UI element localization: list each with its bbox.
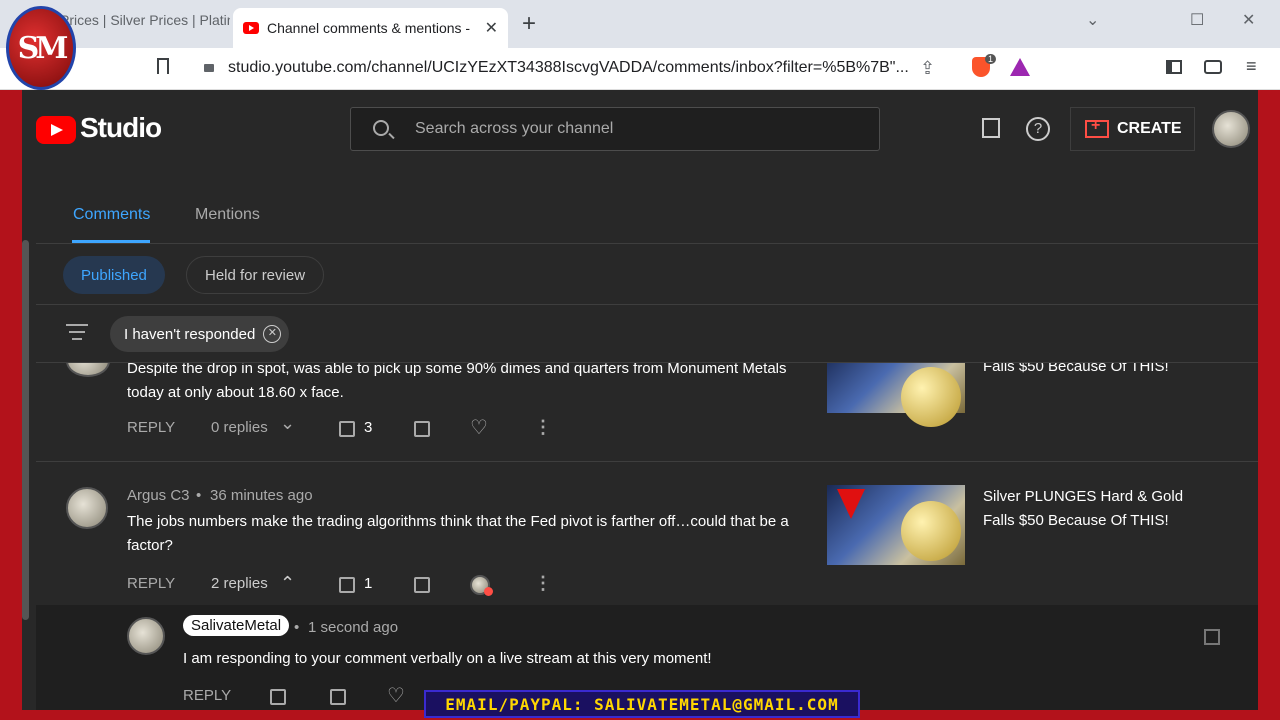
new-tab-button[interactable]: +: [522, 12, 536, 36]
comment-time: 36 minutes ago: [210, 487, 313, 504]
overlay-email-banner: EMAIL/PAYPAL: SALIVATEMETAL@GMAIL.COM: [424, 690, 860, 718]
comment-author[interactable]: Argus C3: [127, 487, 190, 504]
comment-list: Despite the drop in spot, was able to pi…: [36, 362, 1258, 710]
dislike-icon[interactable]: [330, 689, 346, 705]
lock-icon[interactable]: [204, 64, 214, 72]
chip-remove-icon[interactable]: ✕: [263, 325, 282, 343]
reply-button[interactable]: REPLY: [127, 575, 175, 592]
commenter-avatar[interactable]: [66, 487, 108, 529]
studio-app: Studio Search across your channel ? CREA…: [22, 90, 1258, 710]
url-field[interactable]: studio.youtube.com/channel/UCIzYEzXT3438…: [228, 59, 908, 77]
commenter-avatar[interactable]: [66, 363, 110, 377]
reply-avatar[interactable]: [127, 617, 165, 655]
brave-shields-badge: 1: [985, 54, 997, 64]
browser-tab-bar: Prices | Silver Prices | Platin Channel …: [0, 0, 1280, 48]
down-arrow-image: [837, 489, 865, 519]
help-icon[interactable]: ?: [1026, 117, 1050, 141]
browser-tab-prices[interactable]: Prices | Silver Prices | Platin: [60, 12, 230, 28]
divider: [36, 304, 1258, 305]
sidebar-scrollbar[interactable]: [22, 240, 29, 620]
open-external-icon[interactable]: [1204, 629, 1220, 645]
youtube-logo-icon[interactable]: [36, 116, 76, 144]
browser-menu-icon[interactable]: ≡: [1246, 56, 1257, 77]
chevron-down-icon[interactable]: ⌄: [280, 413, 295, 434]
chevron-up-icon[interactable]: ⌃: [280, 573, 295, 594]
meta-dot: •: [196, 487, 202, 504]
like-icon[interactable]: [270, 689, 286, 705]
overlay-frame-right: [1258, 0, 1280, 720]
replies-toggle[interactable]: 2 replies: [211, 575, 268, 592]
reply-button[interactable]: REPLY: [127, 419, 175, 436]
more-options-icon[interactable]: ⋮: [534, 417, 552, 438]
filter-chip[interactable]: I haven't responded ✕: [110, 316, 290, 352]
meta-dot: •: [294, 619, 300, 636]
search-icon: [373, 120, 389, 136]
search-input[interactable]: Search across your channel: [350, 107, 880, 151]
video-thumbnail[interactable]: [827, 363, 965, 427]
minimize-icon[interactable]: ⌄: [1086, 10, 1099, 30]
like-count: 1: [364, 575, 373, 592]
video-title-cont[interactable]: Falls $50 Because Of THIS!: [983, 509, 1169, 533]
brave-rewards-icon[interactable]: [1010, 58, 1030, 76]
tab-active-indicator: [72, 240, 150, 243]
browser-address-bar: studio.youtube.com/channel/UCIzYEzXT3438…: [0, 48, 1280, 90]
heart-badge-icon: [484, 587, 493, 596]
like-icon[interactable]: [339, 577, 355, 593]
create-video-icon: [1085, 117, 1109, 138]
gold-coin-image: [901, 367, 961, 427]
share-icon[interactable]: ⇪: [920, 58, 935, 79]
comment-text-cont: today at only about 18.60 x face.: [127, 384, 344, 401]
tab-comments[interactable]: Comments: [73, 206, 150, 224]
more-options-icon[interactable]: ⋮: [534, 573, 552, 594]
video-thumbnail[interactable]: [827, 485, 965, 565]
account-avatar[interactable]: [1212, 110, 1250, 148]
create-label: CREATE: [1117, 120, 1182, 137]
reply-time: 1 second ago: [308, 619, 399, 636]
like-count: 3: [364, 419, 373, 436]
reply-button[interactable]: REPLY: [183, 687, 231, 704]
dislike-icon[interactable]: [414, 577, 430, 593]
video-title[interactable]: Silver PLUNGES Hard & Gold: [983, 485, 1183, 509]
studio-logo-text[interactable]: Studio: [80, 112, 162, 144]
comment-tabs: Comments Mentions: [36, 170, 1258, 244]
search-placeholder: Search across your channel: [415, 120, 614, 137]
reply-text: I am responding to your comment verbally…: [183, 650, 712, 667]
bookmark-icon[interactable]: [157, 58, 169, 74]
overlay-logo: SM: [6, 6, 76, 90]
filter-icon[interactable]: [66, 324, 88, 340]
published-filter-button[interactable]: Published: [63, 256, 165, 294]
like-icon[interactable]: [339, 421, 355, 437]
comment-text-cont: factor?: [127, 537, 173, 554]
create-button[interactable]: CREATE: [1070, 107, 1195, 151]
overlay-frame-left: [0, 0, 22, 720]
divider: [36, 461, 1258, 462]
maximize-icon[interactable]: ☐: [1190, 10, 1204, 30]
filter-chip-label: I haven't responded: [124, 325, 256, 343]
dislike-icon[interactable]: [414, 421, 430, 437]
wallet-icon[interactable]: [1204, 60, 1222, 74]
held-for-review-button[interactable]: Held for review: [186, 256, 325, 294]
comment-text: The jobs numbers make the trading algori…: [127, 513, 789, 530]
sidepanel-icon[interactable]: [1166, 60, 1182, 74]
studio-header: Studio Search across your channel ? CREA…: [22, 90, 1258, 170]
heart-icon[interactable]: ♡: [470, 415, 488, 440]
video-title[interactable]: Falls $50 Because Of THIS!: [983, 363, 1169, 379]
tab-close-icon[interactable]: ✕: [485, 18, 498, 38]
browser-tab-title: Channel comments & mentions -: [267, 20, 471, 36]
window-close-icon[interactable]: ✕: [1242, 10, 1255, 30]
browser-tab-comments[interactable]: Channel comments & mentions - ✕: [233, 8, 508, 48]
youtube-favicon-icon: [243, 22, 259, 34]
heart-icon[interactable]: ♡: [387, 683, 405, 708]
gold-coin-image: [901, 501, 961, 561]
channel-owner-badge[interactable]: SalivateMetal: [183, 615, 290, 636]
feedback-icon[interactable]: [982, 118, 1000, 138]
replies-toggle[interactable]: 0 replies: [211, 419, 268, 436]
tab-mentions[interactable]: Mentions: [195, 206, 260, 224]
comment-text: Despite the drop in spot, was able to pi…: [127, 362, 787, 377]
